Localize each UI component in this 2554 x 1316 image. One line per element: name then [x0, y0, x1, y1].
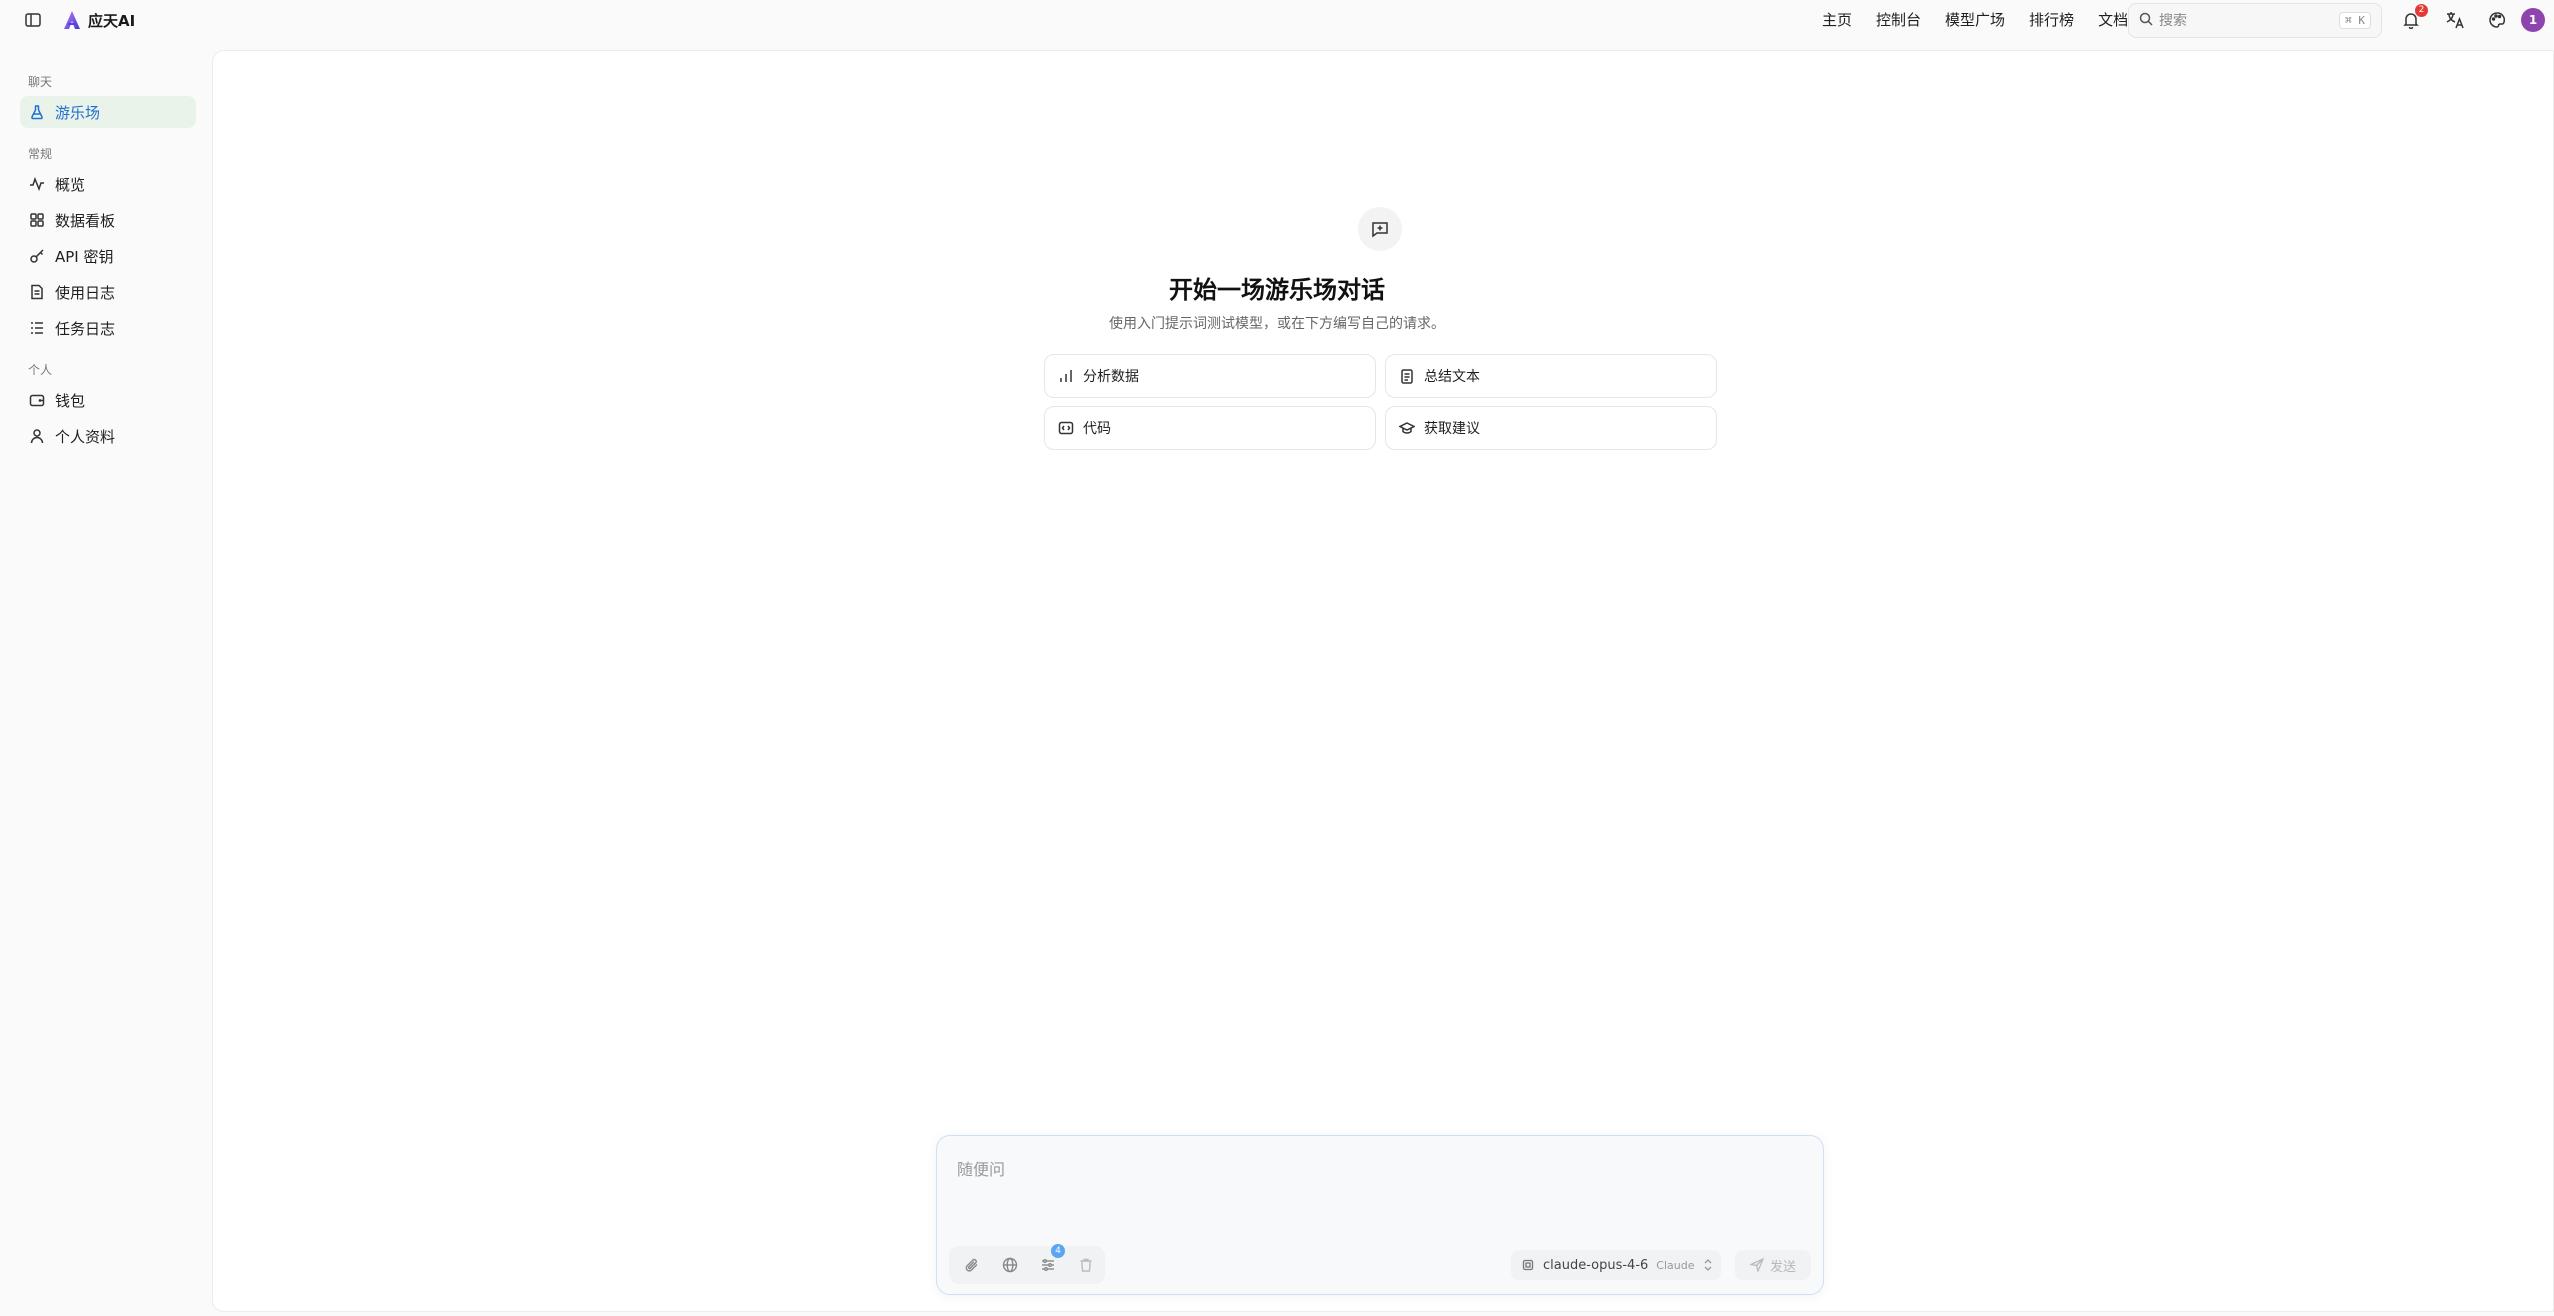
- suggestion-label: 获取建议: [1424, 421, 1480, 437]
- translate-icon[interactable]: [2444, 9, 2466, 31]
- empty-state-title: 开始一场游乐场对话: [1169, 276, 1385, 304]
- sidebar-item-playground[interactable]: 游乐场: [20, 96, 196, 128]
- composer-toolbar: 4: [949, 1244, 1105, 1284]
- search-input[interactable]: [2159, 12, 2334, 29]
- empty-state-subtitle: 使用入门提示词测试模型，或在下方编写自己的请求。: [1109, 316, 1445, 332]
- sidebar-item-api-keys[interactable]: API 密钥: [20, 240, 196, 272]
- activity-icon: [30, 176, 44, 192]
- sidebar-item-wallet[interactable]: 钱包: [20, 384, 196, 416]
- cpu-chip-icon: [1522, 1259, 1534, 1271]
- clear-trash-icon[interactable]: [1077, 1256, 1095, 1274]
- message-composer: 4 claude-opus-4-6 Claude 发送: [936, 1135, 1824, 1295]
- clipboard-icon: [1401, 369, 1413, 384]
- brand-name[interactable]: 应天AI: [88, 10, 135, 31]
- sidebar-item-label: 概览: [55, 175, 86, 194]
- top-nav: 主页 控制台 模型广场 排行榜 文档: [1822, 9, 2128, 30]
- sidebar-section-personal: 个人: [28, 363, 53, 377]
- top-bar: 应天AI 主页 控制台 模型广场 排行榜 文档 ⌘ K 2 1: [0, 0, 2554, 42]
- sidebar-item-profile[interactable]: 个人资料: [20, 420, 196, 452]
- model-group: Claude: [1656, 1258, 1695, 1272]
- suggestion-get-advice[interactable]: 获取建议: [1385, 406, 1717, 450]
- wallet-icon: [29, 394, 45, 407]
- user-avatar[interactable]: 1: [2521, 8, 2545, 32]
- user-icon: [30, 429, 44, 444]
- sidebar-item-label: 数据看板: [55, 211, 116, 230]
- nav-model-market[interactable]: 模型广场: [1945, 9, 2005, 30]
- suggestion-label: 分析数据: [1083, 369, 1139, 385]
- key-icon: [30, 249, 44, 263]
- sidebar-section-chat: 聊天: [28, 75, 53, 89]
- suggestion-label: 代码: [1083, 421, 1111, 437]
- suggestion-summarize-text[interactable]: 总结文本: [1385, 354, 1717, 398]
- notification-bell-icon[interactable]: 2: [2400, 4, 2428, 31]
- search-box[interactable]: ⌘ K: [2128, 3, 2382, 38]
- sidebar-item-label: 钱包: [55, 391, 86, 410]
- sidebar: 聊天 游乐场 常规 概览 数据看板 API 密钥 使用日志 任务日志 个人 钱包…: [0, 52, 210, 1316]
- model-selector[interactable]: claude-opus-4-6 Claude: [1511, 1250, 1721, 1280]
- sidebar-item-label: 游乐场: [55, 103, 101, 122]
- search-icon: [2139, 11, 2153, 30]
- sidebar-item-label: 个人资料: [55, 427, 116, 446]
- code-icon: [1058, 421, 1074, 435]
- web-search-globe-icon[interactable]: [1001, 1256, 1019, 1274]
- suggestion-analyze-data[interactable]: 分析数据: [1044, 354, 1376, 398]
- sidebar-item-label: API 密钥: [55, 247, 114, 266]
- brand-logo-icon[interactable]: [62, 9, 82, 31]
- flask-icon: [31, 105, 43, 120]
- bar-chart-icon: [1060, 370, 1072, 382]
- model-name: claude-opus-4-6: [1543, 1257, 1649, 1273]
- nav-leaderboard[interactable]: 排行榜: [2029, 9, 2074, 30]
- search-shortcut: ⌘ K: [2339, 12, 2371, 29]
- sidebar-toggle-icon[interactable]: [24, 11, 42, 29]
- nav-console[interactable]: 控制台: [1876, 9, 1921, 30]
- send-icon: [1749, 1258, 1764, 1272]
- dashboard-icon: [30, 213, 44, 227]
- send-label: 发送: [1769, 1259, 1796, 1275]
- attach-paperclip-icon[interactable]: [963, 1256, 981, 1274]
- notification-count: 2: [2415, 4, 2428, 17]
- nav-home[interactable]: 主页: [1822, 9, 1852, 30]
- new-chat-icon: [1358, 207, 1402, 251]
- graduation-cap-icon: [1399, 422, 1415, 434]
- settings-sliders-icon[interactable]: 4: [1039, 1244, 1065, 1274]
- message-input[interactable]: [957, 1156, 1797, 1216]
- suggestion-code[interactable]: 代码: [1044, 406, 1376, 450]
- tool-count-badge: 4: [1051, 1244, 1065, 1258]
- suggestion-label: 总结文本: [1424, 369, 1480, 385]
- sidebar-section-general: 常规: [28, 147, 53, 161]
- nav-docs[interactable]: 文档: [2098, 9, 2128, 30]
- sidebar-item-overview[interactable]: 概览: [20, 168, 196, 200]
- sidebar-item-dashboard[interactable]: 数据看板: [20, 204, 196, 236]
- send-button[interactable]: 发送: [1735, 1250, 1811, 1280]
- palette-icon[interactable]: [2486, 9, 2508, 31]
- chevron-up-down-icon: [1704, 1259, 1711, 1271]
